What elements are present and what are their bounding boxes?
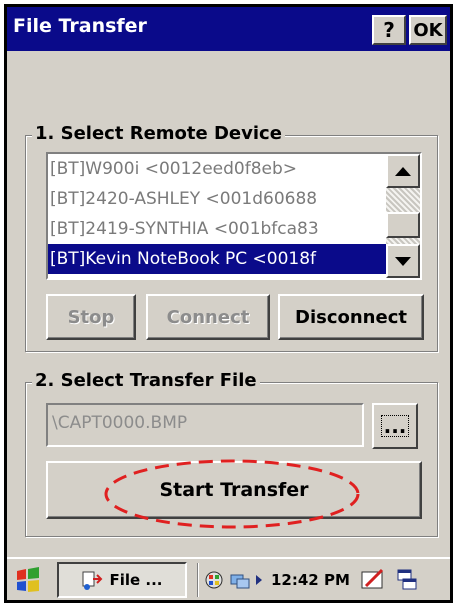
scroll-up-button[interactable] — [386, 154, 420, 188]
connect-button[interactable]: Connect — [146, 294, 270, 340]
device-list-item[interactable]: [BT]W900i <0012eed0f8eb> — [48, 154, 388, 184]
arrow-down-icon — [395, 256, 411, 266]
device-list-item-selected[interactable]: [BT]Kevin NoteBook PC <0018f — [48, 244, 388, 274]
arrow-up-icon — [395, 166, 411, 176]
browse-label: ... — [380, 415, 410, 437]
device-listbox[interactable]: [BT]W900i <0012eed0f8eb> [BT]2420-ASHLEY… — [46, 152, 422, 280]
remote-device-group: 1. Select Remote Device [BT]W900i <0012e… — [25, 123, 438, 352]
file-transfer-app-icon — [82, 571, 103, 590]
remote-device-group-title: 1. Select Remote Device — [32, 123, 285, 144]
browse-button[interactable]: ... — [372, 403, 418, 449]
taskbar-app-button[interactable]: File ... — [57, 562, 187, 598]
device-list-item[interactable]: [BT]2419-SYNTHIA <001bfca83 — [48, 214, 388, 244]
scroll-thumb[interactable] — [386, 212, 420, 238]
windows-flag-icon — [17, 567, 39, 592]
help-button[interactable]: ? — [372, 15, 406, 45]
device-list-scrollbar[interactable] — [386, 154, 420, 278]
tray-separator — [197, 563, 199, 597]
transfer-file-group-title: 2. Select Transfer File — [32, 370, 260, 391]
start-transfer-button[interactable]: Start Transfer — [46, 461, 422, 519]
input-panel-icon[interactable] — [360, 568, 386, 592]
file-path-field[interactable]: \CAPT0000.BMP — [46, 403, 364, 447]
ok-button[interactable]: OK — [409, 15, 447, 45]
device-list: [BT]W900i <0012eed0f8eb> [BT]2420-ASHLEY… — [48, 154, 388, 274]
transfer-file-group: 2. Select Transfer File \CAPT0000.BMP ..… — [25, 370, 438, 537]
device-list-item[interactable]: [BT]2420-ASHLEY <001d60688 — [48, 184, 388, 214]
start-button[interactable] — [9, 562, 47, 598]
disconnect-button[interactable]: Disconnect — [278, 294, 424, 340]
title-bar: File Transfer ? OK — [7, 7, 450, 51]
taskbar-app-label: File ... — [109, 571, 163, 589]
connectivity-icon[interactable] — [203, 569, 225, 591]
stop-button[interactable]: Stop — [46, 294, 136, 340]
system-tray: 12:42 PM — [203, 562, 418, 598]
scroll-down-button[interactable] — [386, 244, 420, 278]
desktop-windows-icon[interactable] — [396, 568, 418, 592]
window-title: File Transfer — [13, 15, 147, 37]
arrow-right-icon — [255, 574, 263, 586]
clock[interactable]: 12:42 PM — [271, 571, 350, 589]
taskbar: File ... 12:42 PM — [7, 557, 450, 600]
pda-screen: File Transfer ? OK 1. Select Remote Devi… — [4, 4, 453, 603]
sync-icon[interactable] — [229, 569, 251, 591]
